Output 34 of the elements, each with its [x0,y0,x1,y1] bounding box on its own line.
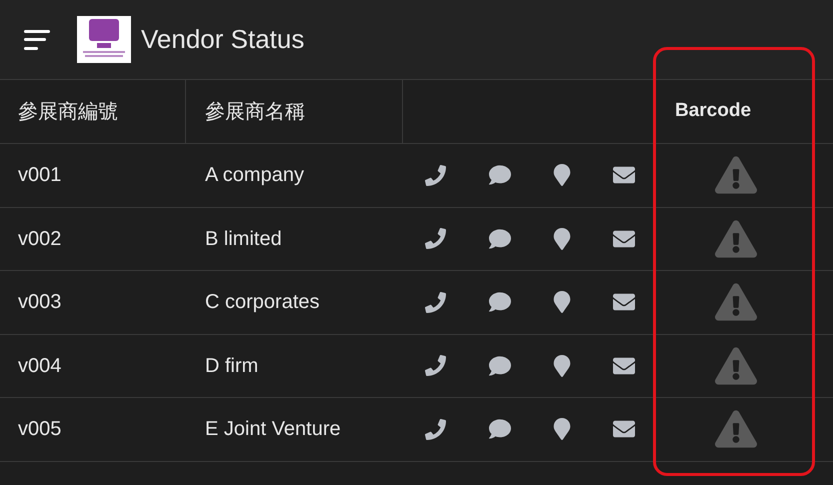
logo-icon [77,16,131,63]
warning-icon [715,281,757,324]
column-header: Barcode [674,99,752,124]
chat-icon[interactable] [488,354,511,377]
column-header: 參展商名稱 [186,80,403,143]
table-cell-text: B limited [204,226,283,252]
phone-icon[interactable] [425,164,446,186]
chat-icon[interactable] [488,164,511,186]
phone-icon[interactable] [425,418,446,440]
envelope-icon[interactable] [613,291,636,314]
table-cell-text: D firm [204,354,260,379]
warning-icon [715,344,757,387]
warning-icon [715,408,757,450]
app-title: Vendor Status [141,23,304,56]
table-cell-text: v005 [17,417,62,442]
table-cell-text: A company [204,163,305,188]
phone-icon[interactable] [425,355,446,376]
table-cell-text: v002 [17,226,62,252]
menu-icon[interactable] [24,30,50,50]
column-header: 參展商編號 [0,80,186,143]
table-cell-text: C corporates [204,290,320,316]
chat-icon[interactable] [488,418,511,440]
chat-icon[interactable] [488,291,511,314]
envelope-icon[interactable] [613,418,636,440]
table-cell-text: v004 [17,354,62,379]
table-cell-text: v001 [17,163,62,188]
phone-icon[interactable] [425,292,446,313]
envelope-icon[interactable] [613,164,636,186]
chat-icon[interactable] [488,228,511,250]
warning-icon [715,154,757,196]
warning-icon [715,218,757,260]
phone-icon[interactable] [425,228,446,250]
table-cell-text: v003 [17,290,62,316]
table-cell-text: E Joint Venture [204,417,342,442]
